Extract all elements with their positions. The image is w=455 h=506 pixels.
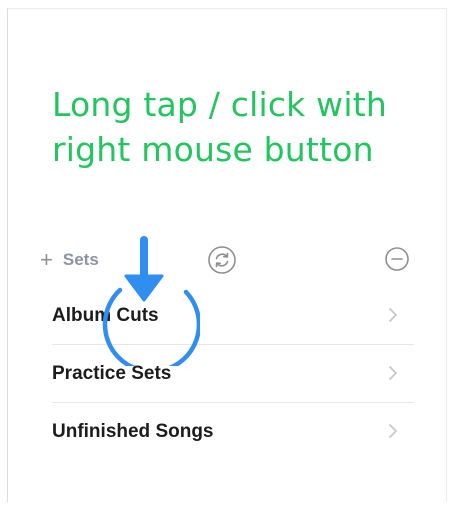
list-item-label: Album Cuts [52, 304, 159, 326]
instruction-text: Long tap / click with right mouse button [52, 82, 432, 172]
instruction-line-2: right mouse button [52, 130, 374, 169]
plus-icon: + [40, 247, 53, 272]
list-item-album-cuts[interactable]: Album Cuts [52, 287, 414, 344]
sets-label: Sets [62, 250, 99, 269]
list-item-label: Unfinished Songs [52, 420, 214, 442]
list-item-practice-sets[interactable]: Practice Sets [52, 344, 414, 402]
sync-icon[interactable] [207, 245, 237, 275]
chevron-right-icon [389, 366, 397, 380]
list-item-label: Practice Sets [52, 362, 172, 384]
sets-list: Album Cuts Practice Sets Unfinished Song… [52, 287, 414, 460]
instruction-line-1: Long tap / click with [52, 85, 387, 124]
minus-circle-icon[interactable] [384, 246, 410, 272]
list-item-unfinished-songs[interactable]: Unfinished Songs [52, 402, 414, 460]
chevron-right-icon [389, 308, 397, 322]
add-sets-button[interactable]: + Sets [40, 240, 99, 280]
chevron-right-icon [389, 424, 397, 438]
sets-toolbar: + Sets [40, 240, 425, 280]
